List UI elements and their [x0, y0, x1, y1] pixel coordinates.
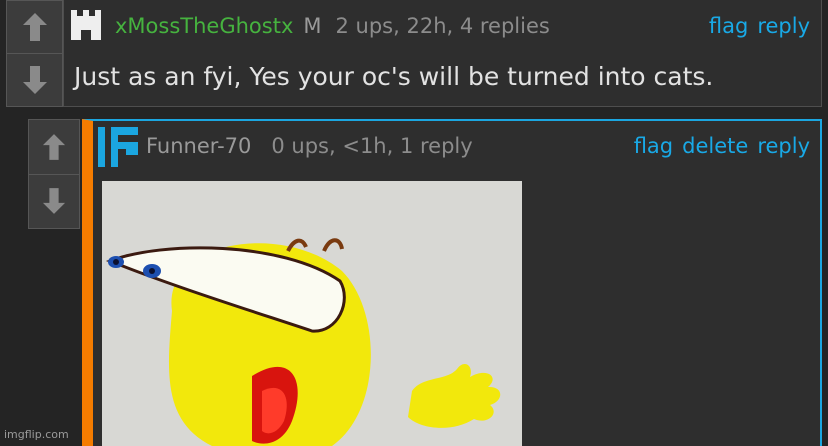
laughing-emoji-image	[102, 181, 522, 446]
downvote-button[interactable]	[7, 53, 62, 106]
username-link[interactable]: xMossTheGhostx	[115, 14, 293, 38]
comment-1-text: Just as an fyi, Yes your oc's will be tu…	[74, 62, 714, 91]
meme-image[interactable]	[102, 181, 522, 446]
flag-link[interactable]: flag	[709, 14, 748, 38]
letter-f-avatar-icon[interactable]	[98, 127, 138, 167]
moderator-badge: M	[303, 14, 322, 38]
flag-link[interactable]: flag	[634, 134, 673, 158]
comment-2-meta: Funner-70 0 ups, <1h, 1 reply	[146, 134, 473, 158]
downvote-button[interactable]	[29, 173, 79, 228]
upvote-button[interactable]	[29, 120, 79, 174]
down-arrow-icon	[42, 188, 66, 215]
comment-1-meta: xMossTheGhostx M 2 ups, 22h, 4 replies	[115, 14, 550, 38]
reply-link[interactable]: reply	[757, 14, 810, 38]
comment-1-actions: flag reply	[700, 14, 810, 38]
pixel-ghost-avatar-icon[interactable]	[69, 8, 103, 42]
username-link[interactable]: Funner-70	[146, 134, 251, 158]
reply-link[interactable]: reply	[757, 134, 810, 158]
up-arrow-icon	[42, 133, 66, 160]
down-arrow-icon	[22, 66, 47, 94]
delete-link[interactable]: delete	[682, 134, 748, 158]
comment-thread: xMossTheGhostx M 2 ups, 22h, 4 replies fla…	[0, 0, 828, 446]
comment-stats: 0 ups, <1h, 1 reply	[271, 134, 473, 158]
upvote-button[interactable]	[7, 1, 62, 53]
comment-1-vote-column	[6, 0, 63, 107]
comment-2-vote-column	[28, 119, 80, 229]
comment-2-actions: flag delete reply	[625, 134, 810, 158]
up-arrow-icon	[22, 13, 47, 41]
vote-divider	[63, 0, 64, 107]
comment-stats: 2 ups, 22h, 4 replies	[335, 14, 550, 38]
watermark: imgflip.com	[4, 428, 69, 441]
